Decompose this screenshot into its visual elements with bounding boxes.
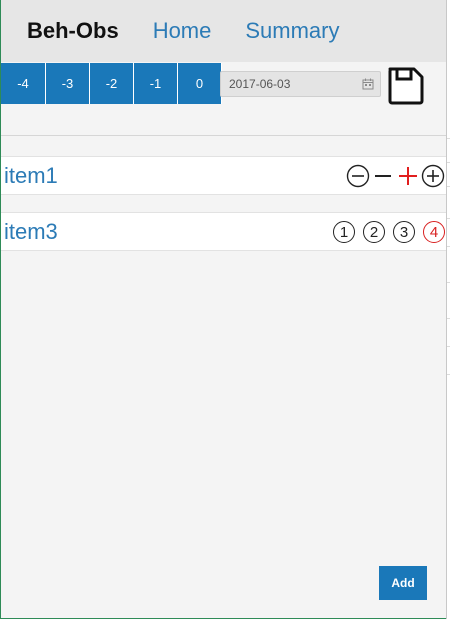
navbar: Beh-Obs Home Summary	[1, 0, 447, 62]
item-label: item1	[4, 163, 58, 188]
item-row-item3: item3 1 2 3 4	[1, 212, 447, 251]
toolbar: -4 -3 -2 -1 0 2017-06-03	[1, 62, 424, 105]
counter-controls	[346, 163, 445, 189]
calendar-icon[interactable]	[362, 78, 374, 93]
date-value: 2017-06-03	[229, 77, 291, 91]
item-label: item3	[4, 219, 58, 244]
nav-link-home[interactable]: Home	[153, 18, 212, 44]
day-offset-button-minus-4[interactable]: -4	[1, 62, 46, 104]
day-offset-button-minus-3[interactable]: -3	[46, 62, 90, 104]
plus-icon[interactable]	[399, 167, 417, 185]
app-frame: Beh-Obs Home Summary -4 -3 -2 -1 0 2017-…	[0, 0, 448, 619]
day-offset-button-minus-1[interactable]: -1	[134, 62, 178, 104]
rating-option-3[interactable]: 3	[393, 221, 415, 243]
floppy-disk-icon[interactable]	[387, 65, 425, 110]
circle-plus-icon[interactable]	[421, 164, 445, 188]
item-row-item1: item1	[1, 156, 447, 195]
date-input[interactable]: 2017-06-03	[220, 71, 381, 97]
add-button[interactable]: Add	[379, 566, 427, 600]
minus-icon[interactable]	[375, 175, 391, 177]
nav-link-summary[interactable]: Summary	[245, 18, 339, 44]
section-divider	[1, 135, 447, 136]
rating-option-4-selected[interactable]: 4	[423, 221, 445, 243]
rating-option-1[interactable]: 1	[333, 221, 355, 243]
day-offset-button-0[interactable]: 0	[178, 62, 222, 104]
page-edge	[446, 0, 450, 619]
rating-controls: 1 2 3 4	[325, 219, 445, 245]
brand-title: Beh-Obs	[27, 18, 119, 43]
day-offset-button-minus-2[interactable]: -2	[90, 62, 134, 104]
circle-minus-icon[interactable]	[346, 164, 370, 188]
rating-option-2[interactable]: 2	[363, 221, 385, 243]
